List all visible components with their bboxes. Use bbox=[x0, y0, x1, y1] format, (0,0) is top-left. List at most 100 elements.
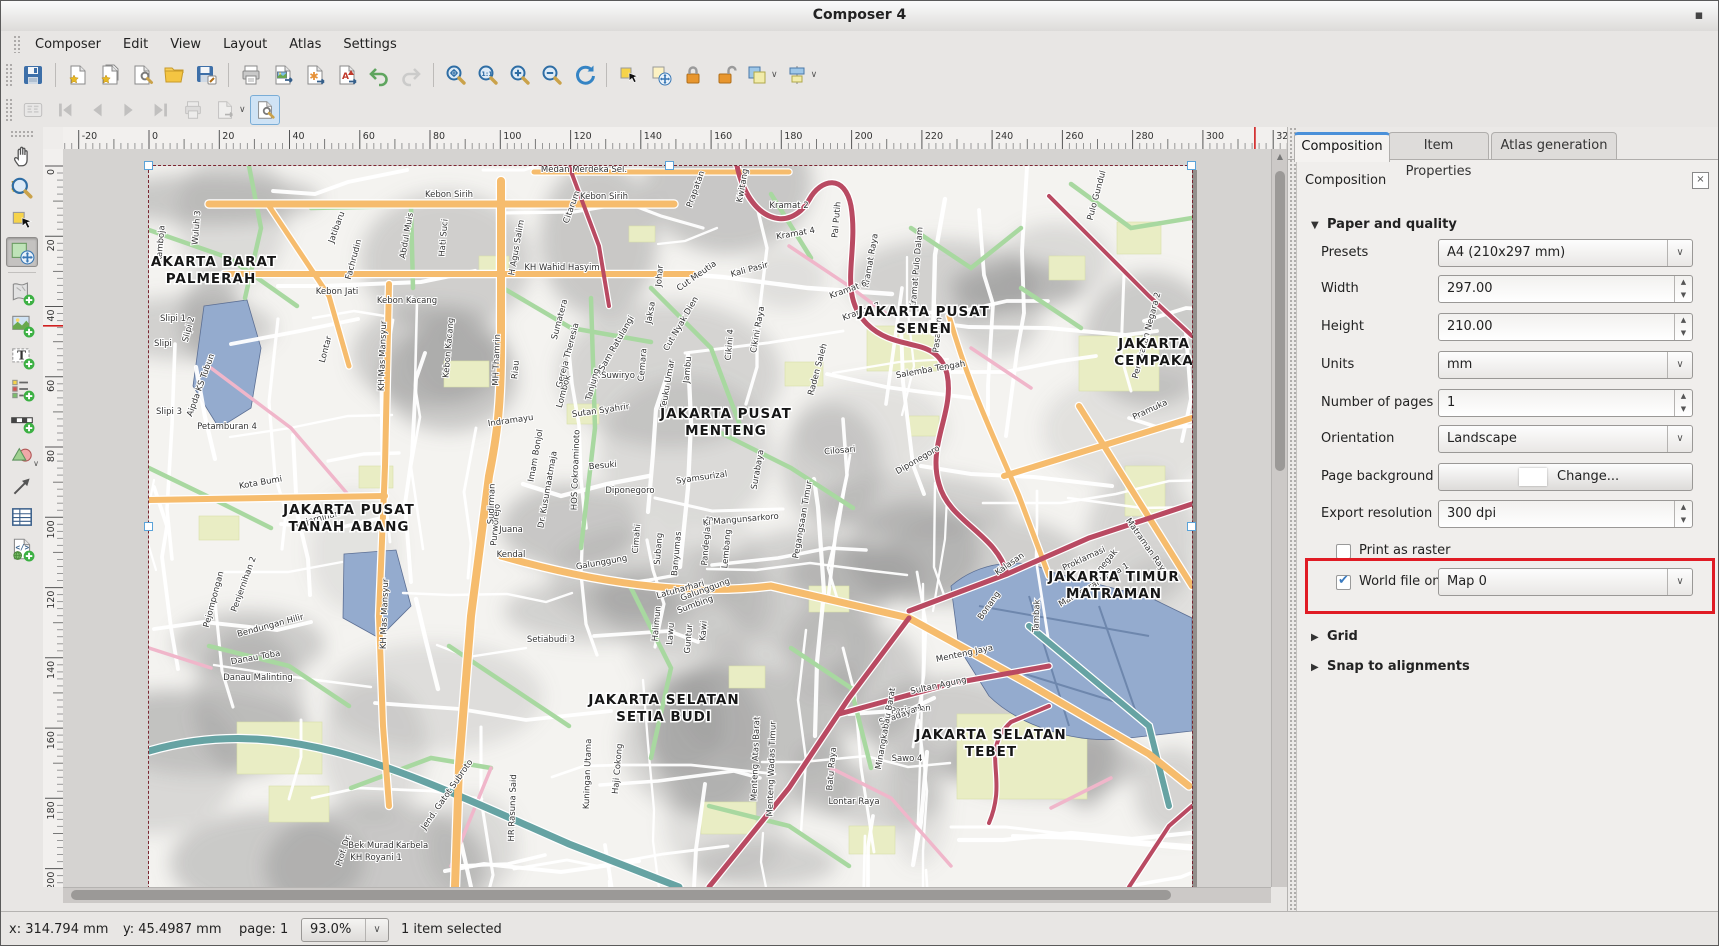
presets-combo[interactable]: A4 (210x297 mm)∨ bbox=[1438, 239, 1693, 267]
add-basic-shape-tool[interactable]: ∨ bbox=[6, 438, 38, 468]
chevron-down-icon[interactable]: ∨ bbox=[365, 919, 388, 941]
move-item-content-tool[interactable] bbox=[6, 237, 38, 267]
align-items-dropdown[interactable] bbox=[782, 60, 812, 90]
spin-up-icon[interactable]: ▲ bbox=[1675, 501, 1692, 514]
print-atlas-button[interactable] bbox=[178, 95, 208, 125]
section-paper-and-quality[interactable]: ▼Paper and quality bbox=[1311, 217, 1457, 232]
number-of-pages-spinbox[interactable]: 1▲▼ bbox=[1438, 389, 1693, 417]
add-new-scalebar-tool[interactable] bbox=[6, 406, 38, 436]
composer-canvas[interactable]: Medan Merdeka Sel.Kebon SirihKebon Sirih… bbox=[63, 149, 1271, 887]
add-attribute-table-tool[interactable] bbox=[6, 502, 38, 532]
spin-down-icon[interactable]: ▼ bbox=[1675, 403, 1692, 416]
refresh-view-button[interactable] bbox=[569, 60, 599, 90]
height-spinbox[interactable]: 210.00▲▼ bbox=[1438, 313, 1693, 341]
collapse-arrow-icon[interactable]: ▶ bbox=[1311, 662, 1327, 673]
preview-atlas-button[interactable] bbox=[18, 95, 48, 125]
add-new-legend-tool[interactable] bbox=[6, 374, 38, 404]
duplicate-composer-button[interactable] bbox=[95, 60, 125, 90]
spin-down-icon[interactable]: ▼ bbox=[1675, 514, 1692, 527]
zoom-full-button[interactable] bbox=[441, 60, 471, 90]
save-as-template-button[interactable] bbox=[191, 60, 221, 90]
spin-up-icon[interactable]: ▲ bbox=[1675, 276, 1692, 289]
undo-button[interactable] bbox=[364, 60, 394, 90]
chevron-down-icon[interactable]: ∨ bbox=[1667, 352, 1692, 378]
atlas-next-feature-button[interactable] bbox=[114, 95, 144, 125]
spin-down-icon[interactable]: ▼ bbox=[1675, 327, 1692, 340]
add-image-tool[interactable] bbox=[6, 310, 38, 340]
add-new-map-tool[interactable] bbox=[6, 278, 38, 308]
export-image-button[interactable] bbox=[268, 60, 298, 90]
selection-handle[interactable] bbox=[144, 522, 153, 531]
atlas-settings-button[interactable] bbox=[250, 95, 280, 125]
spin-up-icon[interactable]: ▲ bbox=[1675, 314, 1692, 327]
group-items-dropdown[interactable] bbox=[742, 60, 772, 90]
add-html-frame-tool[interactable]: </> bbox=[6, 534, 38, 564]
zoom-in-button[interactable] bbox=[505, 60, 535, 90]
vertical-scrollbar[interactable]: ▲ bbox=[1271, 149, 1288, 887]
lock-items-button[interactable] bbox=[678, 60, 708, 90]
svg-text:Setiabudi 3: Setiabudi 3 bbox=[527, 635, 575, 645]
add-arrow-tool[interactable] bbox=[6, 470, 38, 500]
selection-handle[interactable] bbox=[144, 161, 153, 170]
atlas-first-feature-button[interactable] bbox=[50, 95, 80, 125]
composer-manager-button[interactable] bbox=[127, 60, 157, 90]
tab-composition[interactable]: Composition bbox=[1294, 132, 1390, 162]
spin-up-icon[interactable]: ▲ bbox=[1675, 390, 1692, 403]
collapse-arrow-icon[interactable]: ▶ bbox=[1311, 632, 1327, 643]
select-move-item-tool[interactable] bbox=[6, 205, 38, 235]
zoom-out-button[interactable] bbox=[537, 60, 567, 90]
horizontal-scrollbar-slider[interactable] bbox=[71, 890, 1171, 900]
add-new-label-tool[interactable]: T bbox=[6, 342, 38, 372]
new-composer-button[interactable] bbox=[63, 60, 93, 90]
spin-down-icon[interactable]: ▼ bbox=[1675, 289, 1692, 302]
section-snap-to-alignments[interactable]: ▶Snap to alignments bbox=[1311, 659, 1470, 674]
menu-atlas[interactable]: Atlas bbox=[279, 34, 331, 55]
pan-tool[interactable] bbox=[6, 141, 38, 171]
select-move-item-button[interactable] bbox=[614, 60, 644, 90]
print-button[interactable] bbox=[236, 60, 266, 90]
scroll-up-icon[interactable]: ▲ bbox=[1272, 152, 1288, 161]
export-svg-button[interactable] bbox=[300, 60, 330, 90]
save-composer-button[interactable] bbox=[18, 60, 48, 90]
menu-composer[interactable]: Composer bbox=[25, 34, 111, 55]
atlas-last-feature-button[interactable] bbox=[146, 95, 176, 125]
panel-close-icon[interactable]: × bbox=[1692, 172, 1709, 189]
page-background-button[interactable]: Change... bbox=[1438, 463, 1693, 491]
units-combo[interactable]: mm∨ bbox=[1438, 351, 1693, 379]
export-atlas-dropdown[interactable] bbox=[210, 95, 240, 125]
selection-handle[interactable] bbox=[665, 161, 674, 170]
window-close-icon[interactable]: ▪ bbox=[1690, 7, 1708, 25]
print-as-raster-checkbox[interactable] bbox=[1336, 544, 1351, 559]
export-pdf-button[interactable]: A bbox=[332, 60, 362, 90]
atlas-previous-feature-button[interactable] bbox=[82, 95, 112, 125]
horizontal-scrollbar[interactable] bbox=[63, 887, 1271, 903]
redo-button[interactable] bbox=[396, 60, 426, 90]
menu-edit[interactable]: Edit bbox=[113, 34, 158, 55]
width-spinbox[interactable]: 297.00▲▼ bbox=[1438, 275, 1693, 303]
orientation-combo[interactable]: Landscape∨ bbox=[1438, 425, 1693, 453]
zoom-level-combo[interactable]: 93.0% ∨ bbox=[301, 918, 389, 942]
tab-item-properties[interactable]: Item Properties bbox=[1388, 132, 1489, 159]
tab-atlas-generation[interactable]: Atlas generation bbox=[1491, 132, 1617, 159]
title-bar[interactable]: Composer 4 ▪ bbox=[1, 1, 1718, 32]
menu-settings[interactable]: Settings bbox=[333, 34, 406, 55]
vertical-scrollbar-slider[interactable] bbox=[1275, 171, 1285, 471]
menu-layout[interactable]: Layout bbox=[213, 34, 277, 55]
section-grid[interactable]: ▶Grid bbox=[1311, 629, 1358, 644]
panel-grip[interactable] bbox=[1289, 127, 1296, 911]
collapse-arrow-icon[interactable]: ▼ bbox=[1311, 220, 1327, 231]
composer-page[interactable]: Medan Merdeka Sel.Kebon SirihKebon Sirih… bbox=[149, 166, 1192, 887]
zoom-actual-size-button[interactable]: 1:1 bbox=[473, 60, 503, 90]
selection-handle[interactable] bbox=[1187, 522, 1196, 531]
selection-handle[interactable] bbox=[1187, 161, 1196, 170]
export-resolution-spinbox[interactable]: 300 dpi▲▼ bbox=[1438, 500, 1693, 528]
load-template-button[interactable] bbox=[159, 60, 189, 90]
page-readout: page: 1 bbox=[239, 922, 288, 937]
svg-text:Medan Merdeka Sel.: Medan Merdeka Sel. bbox=[541, 166, 627, 175]
menu-view[interactable]: View bbox=[160, 34, 211, 55]
move-item-content-button[interactable] bbox=[646, 60, 676, 90]
zoom-tool[interactable] bbox=[6, 173, 38, 203]
unlock-items-button[interactable] bbox=[710, 60, 740, 90]
chevron-down-icon[interactable]: ∨ bbox=[1667, 426, 1692, 452]
chevron-down-icon[interactable]: ∨ bbox=[1667, 240, 1692, 266]
